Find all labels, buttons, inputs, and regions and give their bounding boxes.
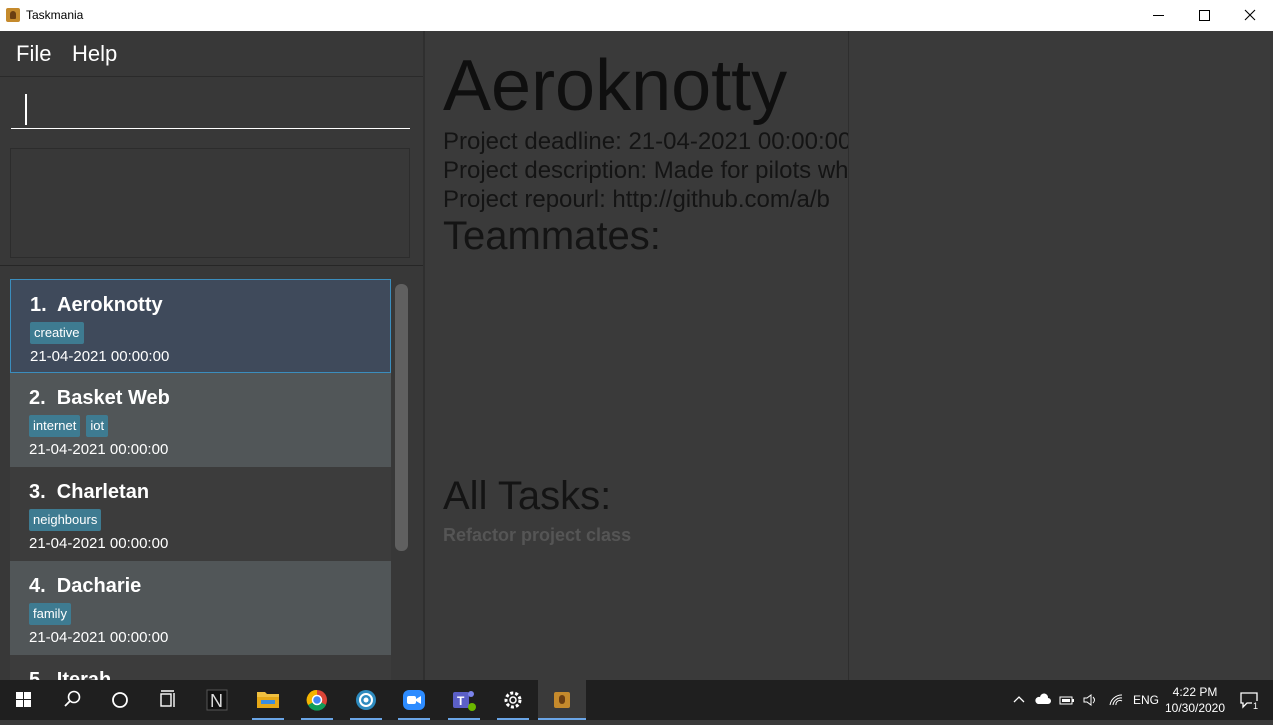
- close-button[interactable]: [1227, 0, 1273, 31]
- cortana-icon: [112, 692, 128, 708]
- gear-icon: [504, 691, 522, 709]
- project-description: Project description: Made for pilots who…: [443, 157, 850, 184]
- taskbar-file-explorer[interactable]: [244, 680, 292, 720]
- wifi-icon[interactable]: [1108, 693, 1126, 707]
- project-card-tags: family: [29, 603, 77, 625]
- app-icon: [6, 8, 20, 22]
- folder-icon: [257, 692, 279, 708]
- title-bar: Taskmania: [0, 0, 1273, 32]
- all-tasks-heading: All Tasks:: [443, 474, 612, 518]
- list-scrollbar[interactable]: [395, 284, 408, 551]
- search-button[interactable]: [48, 680, 96, 720]
- tag-badge: internet: [29, 415, 81, 437]
- chevron-up-icon[interactable]: [1012, 693, 1026, 707]
- window-title: Taskmania: [26, 8, 84, 22]
- taskbar-zoom[interactable]: [390, 680, 438, 720]
- project-card-deadline: 21-04-2021 00:00:00: [29, 441, 169, 458]
- project-card[interactable]: 5. Iterah: [10, 655, 391, 680]
- secondary-panel: [848, 31, 1273, 680]
- project-repourl: Project repourl: http://github.com/a/b: [443, 186, 830, 213]
- project-card-deadline: 21-04-2021 00:00:00: [29, 535, 169, 552]
- left-panel: File Help 1. Aeroknotty creative 21-04-202…: [0, 31, 423, 680]
- project-card[interactable]: 4. Dacharie family 21-04-2021 00:00:00: [10, 561, 391, 655]
- project-card-tags: creative: [30, 322, 90, 344]
- result-display-area: [0, 137, 423, 266]
- clock-time: 4:22 PM: [1172, 685, 1218, 699]
- chrome-icon: [306, 689, 327, 711]
- language-indicator[interactable]: ENG: [1133, 693, 1159, 707]
- project-card-tags: internet iot: [29, 415, 114, 437]
- notion-app-icon: N: [206, 689, 228, 711]
- minimize-icon: [1153, 15, 1164, 16]
- taskbar-settings[interactable]: [489, 680, 537, 720]
- menu-bar: File Help: [0, 31, 423, 77]
- maximize-button[interactable]: [1181, 0, 1227, 31]
- clock-date: 10/30/2020: [1164, 701, 1226, 715]
- project-title: Aeroknotty: [443, 46, 788, 126]
- taskmania-app-icon: [554, 692, 570, 708]
- volume-icon[interactable]: [1082, 693, 1100, 707]
- cortana-button[interactable]: [96, 680, 144, 720]
- command-input[interactable]: [11, 85, 410, 129]
- project-card-name: 1. Aeroknotty: [30, 294, 163, 316]
- project-card[interactable]: 3. Charletan neighbours 21-04-2021 00:00:0…: [10, 467, 391, 561]
- svg-text:T: T: [457, 694, 465, 708]
- clock[interactable]: 4:22 PM 10/30/2020: [1163, 684, 1227, 716]
- taskbar-chrome[interactable]: [293, 680, 341, 720]
- project-card[interactable]: 2. Basket Web internet iot 21-04-2021 00:00…: [10, 373, 391, 467]
- taskbar-taskmania[interactable]: [538, 680, 586, 720]
- close-icon: [1244, 9, 1256, 21]
- project-card[interactable]: 1. Aeroknotty creative 21-04-2021 00:00:00: [10, 279, 391, 373]
- taskbar-app-n[interactable]: N: [194, 680, 242, 720]
- project-card-tags: neighbours: [29, 509, 107, 531]
- project-card-name: 4. Dacharie: [29, 575, 142, 597]
- teammates-heading: Teammates:: [443, 214, 661, 258]
- tag-badge: family: [29, 603, 71, 625]
- svg-text:N: N: [210, 691, 223, 711]
- maximize-icon: [1199, 10, 1210, 21]
- start-button[interactable]: [0, 680, 48, 720]
- project-deadline: Project deadline: 21-04-2021 00:00:00: [443, 128, 850, 155]
- zoom-icon: [403, 690, 425, 710]
- project-list: 1. Aeroknotty creative 21-04-2021 00:00:00…: [0, 266, 423, 680]
- cloud-icon[interactable]: [1034, 693, 1052, 707]
- project-card-deadline: 21-04-2021 00:00:00: [29, 629, 169, 646]
- taskbar-teams[interactable]: T: [440, 680, 488, 720]
- taskbar: N T ENG 4:22 PM 10/30/2020 1: [0, 680, 1273, 720]
- task-view-button[interactable]: [144, 680, 192, 720]
- project-card-name: 3. Charletan: [29, 481, 150, 503]
- task-view-icon: [160, 690, 175, 707]
- project-card-name: 5. Iterah: [29, 669, 112, 680]
- result-display: [10, 148, 410, 258]
- minimize-button[interactable]: [1135, 0, 1181, 31]
- search-icon: [64, 690, 81, 707]
- task-item[interactable]: Refactor project class: [443, 525, 631, 546]
- tag-badge: iot: [86, 415, 109, 437]
- teams-icon: T: [453, 691, 476, 711]
- email-at-icon: [356, 690, 376, 710]
- text-caret: [25, 94, 27, 125]
- menu-help[interactable]: Help: [72, 41, 117, 67]
- notification-count: 1: [1252, 701, 1260, 711]
- battery-icon[interactable]: [1058, 693, 1076, 707]
- windows-icon: [16, 692, 31, 707]
- command-box: [0, 77, 423, 137]
- tag-badge: creative: [30, 322, 84, 344]
- tag-badge: neighbours: [29, 509, 102, 531]
- menu-file[interactable]: File: [16, 41, 51, 67]
- project-card-deadline: 21-04-2021 00:00:00: [30, 348, 170, 365]
- taskbar-email-app[interactable]: [342, 680, 390, 720]
- project-detail-panel: Aeroknotty Project deadline: 21-04-2021 …: [423, 31, 850, 680]
- project-card-name: 2. Basket Web: [29, 387, 170, 409]
